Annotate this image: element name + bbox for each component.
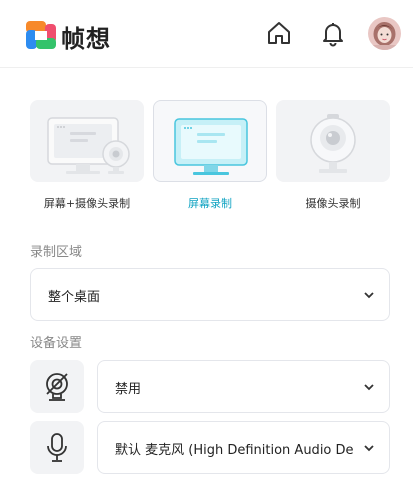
- device-settings-title: 设备设置: [30, 336, 83, 351]
- record-area-title: 录制区域: [30, 245, 83, 260]
- user-avatar[interactable]: [368, 17, 401, 50]
- camera-select[interactable]: 禁用: [97, 360, 390, 413]
- record-area-value: 整个桌面: [48, 290, 101, 305]
- camera-icon: [310, 114, 356, 173]
- camera-toggle-button[interactable]: [30, 360, 84, 413]
- mode-card-camera[interactable]: [276, 100, 390, 182]
- mode-card-screen-camera[interactable]: [30, 100, 144, 182]
- mode-label-camera[interactable]: 摄像头录制: [276, 195, 390, 211]
- record-area-select[interactable]: 整个桌面: [30, 268, 390, 321]
- microphone-icon: [47, 433, 67, 462]
- mode-label-screen[interactable]: 屏幕录制: [153, 195, 267, 211]
- mode-label-screen-camera[interactable]: 屏幕+摄像头录制: [30, 195, 144, 211]
- app-header: 帧想: [0, 0, 413, 68]
- app-logo-icon: [26, 21, 56, 49]
- chevron-down-icon: [364, 384, 374, 391]
- camera-value: 禁用: [115, 382, 142, 397]
- microphone-value: 默认 麦克风 (High Definition Audio De: [115, 443, 354, 458]
- camera-off-icon: [46, 373, 68, 401]
- screen-camera-icon: [47, 117, 130, 174]
- chevron-down-icon: [364, 445, 374, 452]
- chevron-down-icon: [364, 292, 374, 299]
- home-icon[interactable]: [265, 19, 293, 47]
- app-name: 帧想: [61, 25, 111, 53]
- microphone-toggle-button[interactable]: [30, 421, 84, 474]
- mode-card-screen[interactable]: [153, 100, 267, 182]
- bell-icon[interactable]: [319, 19, 347, 47]
- microphone-select[interactable]: 默认 麦克风 (High Definition Audio De: [97, 421, 390, 474]
- screen-icon: [174, 118, 248, 175]
